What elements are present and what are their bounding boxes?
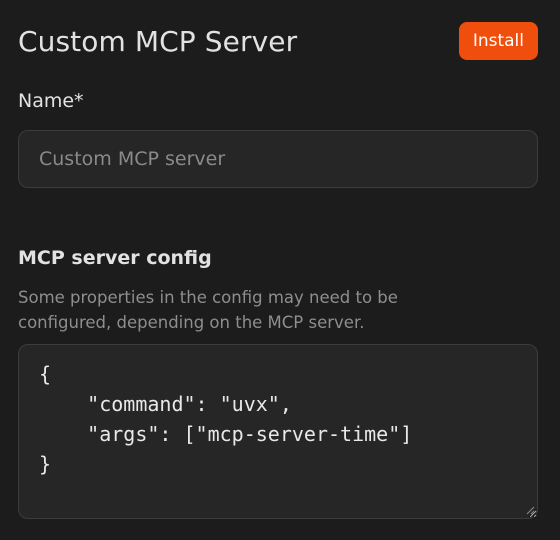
dialog-header: Custom MCP Server Install xyxy=(18,20,538,62)
config-help-text: Some properties in the config may need t… xyxy=(18,288,398,332)
custom-mcp-server-dialog: Custom MCP Server Install Name* MCP serv… xyxy=(0,0,560,540)
config-field-label: MCP server config xyxy=(18,247,212,269)
install-button[interactable]: Install xyxy=(458,22,538,60)
config-textarea[interactable] xyxy=(18,344,538,519)
name-field-label: Name* xyxy=(18,90,84,112)
name-input[interactable] xyxy=(18,130,538,188)
page-title: Custom MCP Server xyxy=(18,24,298,58)
